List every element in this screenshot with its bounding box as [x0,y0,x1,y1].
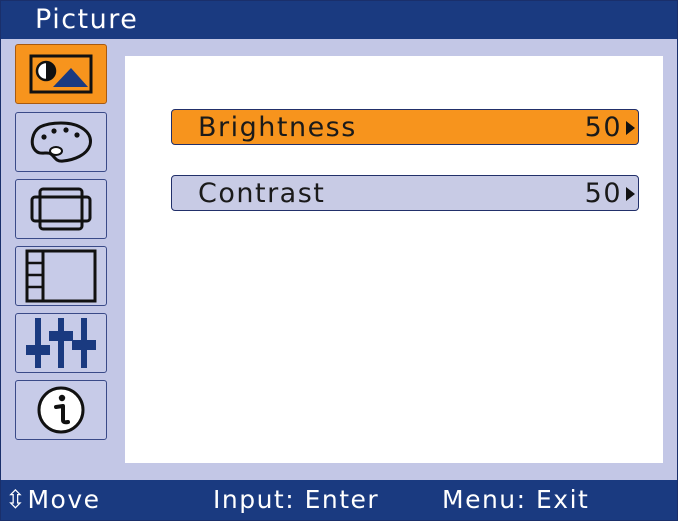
menu-item-contrast[interactable]: Contrast 50 [171,175,639,211]
tab-color[interactable] [15,112,107,172]
adjustment-sliders-icon [26,318,96,368]
right-arrow-icon [626,121,635,135]
menu-item-brightness[interactable]: Brightness 50 [171,109,639,145]
position-icon [30,187,92,231]
color-palette-icon [30,121,92,163]
osd-menu: Picture Brightness 50 Contrast 50 ⇳Move … [0,0,678,521]
menu-item-label: Contrast [198,178,326,209]
tab-display-setup[interactable] [15,246,107,306]
menu-item-label: Brightness [198,112,357,143]
display-setup-icon [25,249,97,303]
footer-bar: ⇳Move Input: Enter Menu: Exit [1,480,677,520]
page-title: Picture [35,4,139,35]
menu-item-value: 50 [584,112,622,143]
tab-info[interactable] [15,380,107,440]
title-bar: Picture [1,1,677,39]
footer-input-hint: Input: Enter [213,485,380,514]
sidebar [1,39,122,480]
menu-item-value: 50 [584,178,622,209]
right-arrow-icon [626,187,635,201]
content-panel: Brightness 50 Contrast 50 [125,56,663,463]
tab-picture[interactable] [15,44,107,104]
tab-adjustments[interactable] [15,313,107,373]
footer-move-hint: ⇳Move [5,485,101,514]
tab-position[interactable] [15,179,107,239]
footer-menu-hint: Menu: Exit [442,485,590,514]
picture-icon [29,54,93,94]
info-icon [37,386,85,434]
